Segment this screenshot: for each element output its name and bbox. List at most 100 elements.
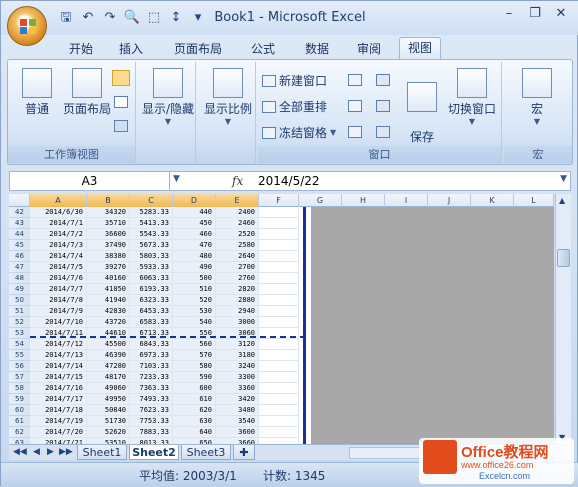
table-cell[interactable]: [259, 240, 299, 251]
row-header[interactable]: 48: [9, 273, 30, 284]
table-cell[interactable]: 39270: [87, 262, 130, 273]
table-cell[interactable]: 610: [173, 394, 216, 405]
row-header[interactable]: 52: [9, 317, 30, 328]
tab-home[interactable]: 开始: [63, 39, 99, 59]
table-cell[interactable]: 500: [173, 273, 216, 284]
table-cell[interactable]: 520: [173, 295, 216, 306]
column-header-C[interactable]: C: [130, 194, 173, 207]
table-cell[interactable]: 460: [173, 229, 216, 240]
table-cell[interactable]: [259, 218, 299, 229]
column-header-H[interactable]: H: [342, 194, 385, 207]
table-cell[interactable]: 40160: [87, 273, 130, 284]
row-header[interactable]: 59: [9, 394, 30, 405]
table-cell[interactable]: 46390: [87, 350, 130, 361]
column-header-A[interactable]: A: [30, 194, 87, 207]
table-cell[interactable]: 43720: [87, 317, 130, 328]
table-cell[interactable]: 6843.33: [130, 339, 173, 350]
row-header[interactable]: 53: [9, 328, 30, 339]
worksheet-grid[interactable]: ABCDEFGHIJKL 42 2014/6/30 34320 5283.33 440 2…: [9, 194, 554, 444]
column-header-F[interactable]: F: [259, 194, 299, 207]
sheet-tab-sheet3[interactable]: Sheet3: [181, 445, 231, 460]
tab-page-layout[interactable]: 页面布局: [167, 39, 229, 59]
table-cell[interactable]: 7103.33: [130, 361, 173, 372]
table-cell[interactable]: [259, 251, 299, 262]
table-cell[interactable]: 590: [173, 372, 216, 383]
table-cell[interactable]: [259, 427, 299, 438]
table-cell[interactable]: 5803.33: [130, 251, 173, 262]
table-cell[interactable]: [259, 394, 299, 405]
row-header[interactable]: 49: [9, 284, 30, 295]
table-cell[interactable]: 42830: [87, 306, 130, 317]
table-cell[interactable]: [259, 372, 299, 383]
row-header[interactable]: 55: [9, 350, 30, 361]
table-cell[interactable]: 570: [173, 350, 216, 361]
table-cell[interactable]: [259, 350, 299, 361]
table-cell[interactable]: 5413.33: [130, 218, 173, 229]
column-header-E[interactable]: E: [216, 194, 259, 207]
table-cell[interactable]: [259, 273, 299, 284]
sheet-tab-sheet1[interactable]: Sheet1: [77, 445, 127, 460]
vertical-page-break[interactable]: [303, 207, 306, 444]
table-cell[interactable]: 2940: [216, 306, 259, 317]
scroll-up-icon[interactable]: ▲: [559, 196, 565, 205]
column-header-G[interactable]: G: [299, 194, 342, 207]
row-header[interactable]: 57: [9, 372, 30, 383]
table-cell[interactable]: 6323.33: [130, 295, 173, 306]
table-cell[interactable]: 2014/7/3: [30, 240, 87, 251]
table-cell[interactable]: 580: [173, 361, 216, 372]
table-cell[interactable]: 490: [173, 262, 216, 273]
table-cell[interactable]: 2014/7/6: [30, 273, 87, 284]
column-header-B[interactable]: B: [87, 194, 130, 207]
table-cell[interactable]: 620: [173, 405, 216, 416]
name-box[interactable]: A3: [10, 172, 170, 190]
table-cell[interactable]: [259, 339, 299, 350]
column-header-J[interactable]: J: [428, 194, 471, 207]
column-header-D[interactable]: D: [173, 194, 216, 207]
custom-views-icon[interactable]: [114, 96, 128, 108]
table-cell[interactable]: 36600: [87, 229, 130, 240]
normal-view-button[interactable]: 普通: [16, 68, 58, 117]
row-header[interactable]: 54: [9, 339, 30, 350]
table-cell[interactable]: 2014/7/13: [30, 350, 87, 361]
table-cell[interactable]: 47280: [87, 361, 130, 372]
table-cell[interactable]: 7363.33: [130, 383, 173, 394]
table-cell[interactable]: 5543.33: [130, 229, 173, 240]
table-cell[interactable]: 49060: [87, 383, 130, 394]
table-cell[interactable]: [259, 229, 299, 240]
table-cell[interactable]: 2014/7/1: [30, 218, 87, 229]
table-cell[interactable]: [259, 284, 299, 295]
column-header-K[interactable]: K: [471, 194, 514, 207]
table-cell[interactable]: 2760: [216, 273, 259, 284]
table-cell[interactable]: 52620: [87, 427, 130, 438]
freeze-panes-button[interactable]: 冻结窗格 ▼: [262, 124, 336, 141]
full-screen-icon[interactable]: [114, 120, 128, 132]
table-cell[interactable]: 600: [173, 383, 216, 394]
vertical-scrollbar[interactable]: ▲ ▼: [555, 194, 571, 444]
table-cell[interactable]: 640: [173, 427, 216, 438]
macros-button[interactable]: 宏 ▼: [514, 68, 560, 126]
table-cell[interactable]: 530: [173, 306, 216, 317]
switch-windows-button[interactable]: 切换窗口 ▼: [444, 68, 500, 126]
table-cell[interactable]: 41940: [87, 295, 130, 306]
table-cell[interactable]: 7883.33: [130, 427, 173, 438]
table-cell[interactable]: 2014/7/17: [30, 394, 87, 405]
row-header[interactable]: 46: [9, 251, 30, 262]
row-header[interactable]: 61: [9, 416, 30, 427]
table-cell[interactable]: 6583.33: [130, 317, 173, 328]
unhide-icon[interactable]: [348, 126, 362, 138]
horizontal-page-break[interactable]: [30, 336, 306, 338]
tab-formulas[interactable]: 公式: [245, 39, 281, 59]
table-cell[interactable]: 3000: [216, 317, 259, 328]
zoom-button[interactable]: 显示比例 ▼: [200, 68, 256, 126]
insert-function-icon[interactable]: fx: [232, 172, 254, 190]
expand-formula-icon[interactable]: ▼: [560, 174, 567, 184]
row-header[interactable]: 60: [9, 405, 30, 416]
table-cell[interactable]: [259, 295, 299, 306]
table-cell[interactable]: 3540: [216, 416, 259, 427]
first-sheet-icon[interactable]: ◀◀: [13, 447, 27, 457]
tab-data[interactable]: 数据: [299, 39, 335, 59]
table-cell[interactable]: 2820: [216, 284, 259, 295]
row-header[interactable]: 56: [9, 361, 30, 372]
table-cell[interactable]: [259, 405, 299, 416]
table-cell[interactable]: 2640: [216, 251, 259, 262]
